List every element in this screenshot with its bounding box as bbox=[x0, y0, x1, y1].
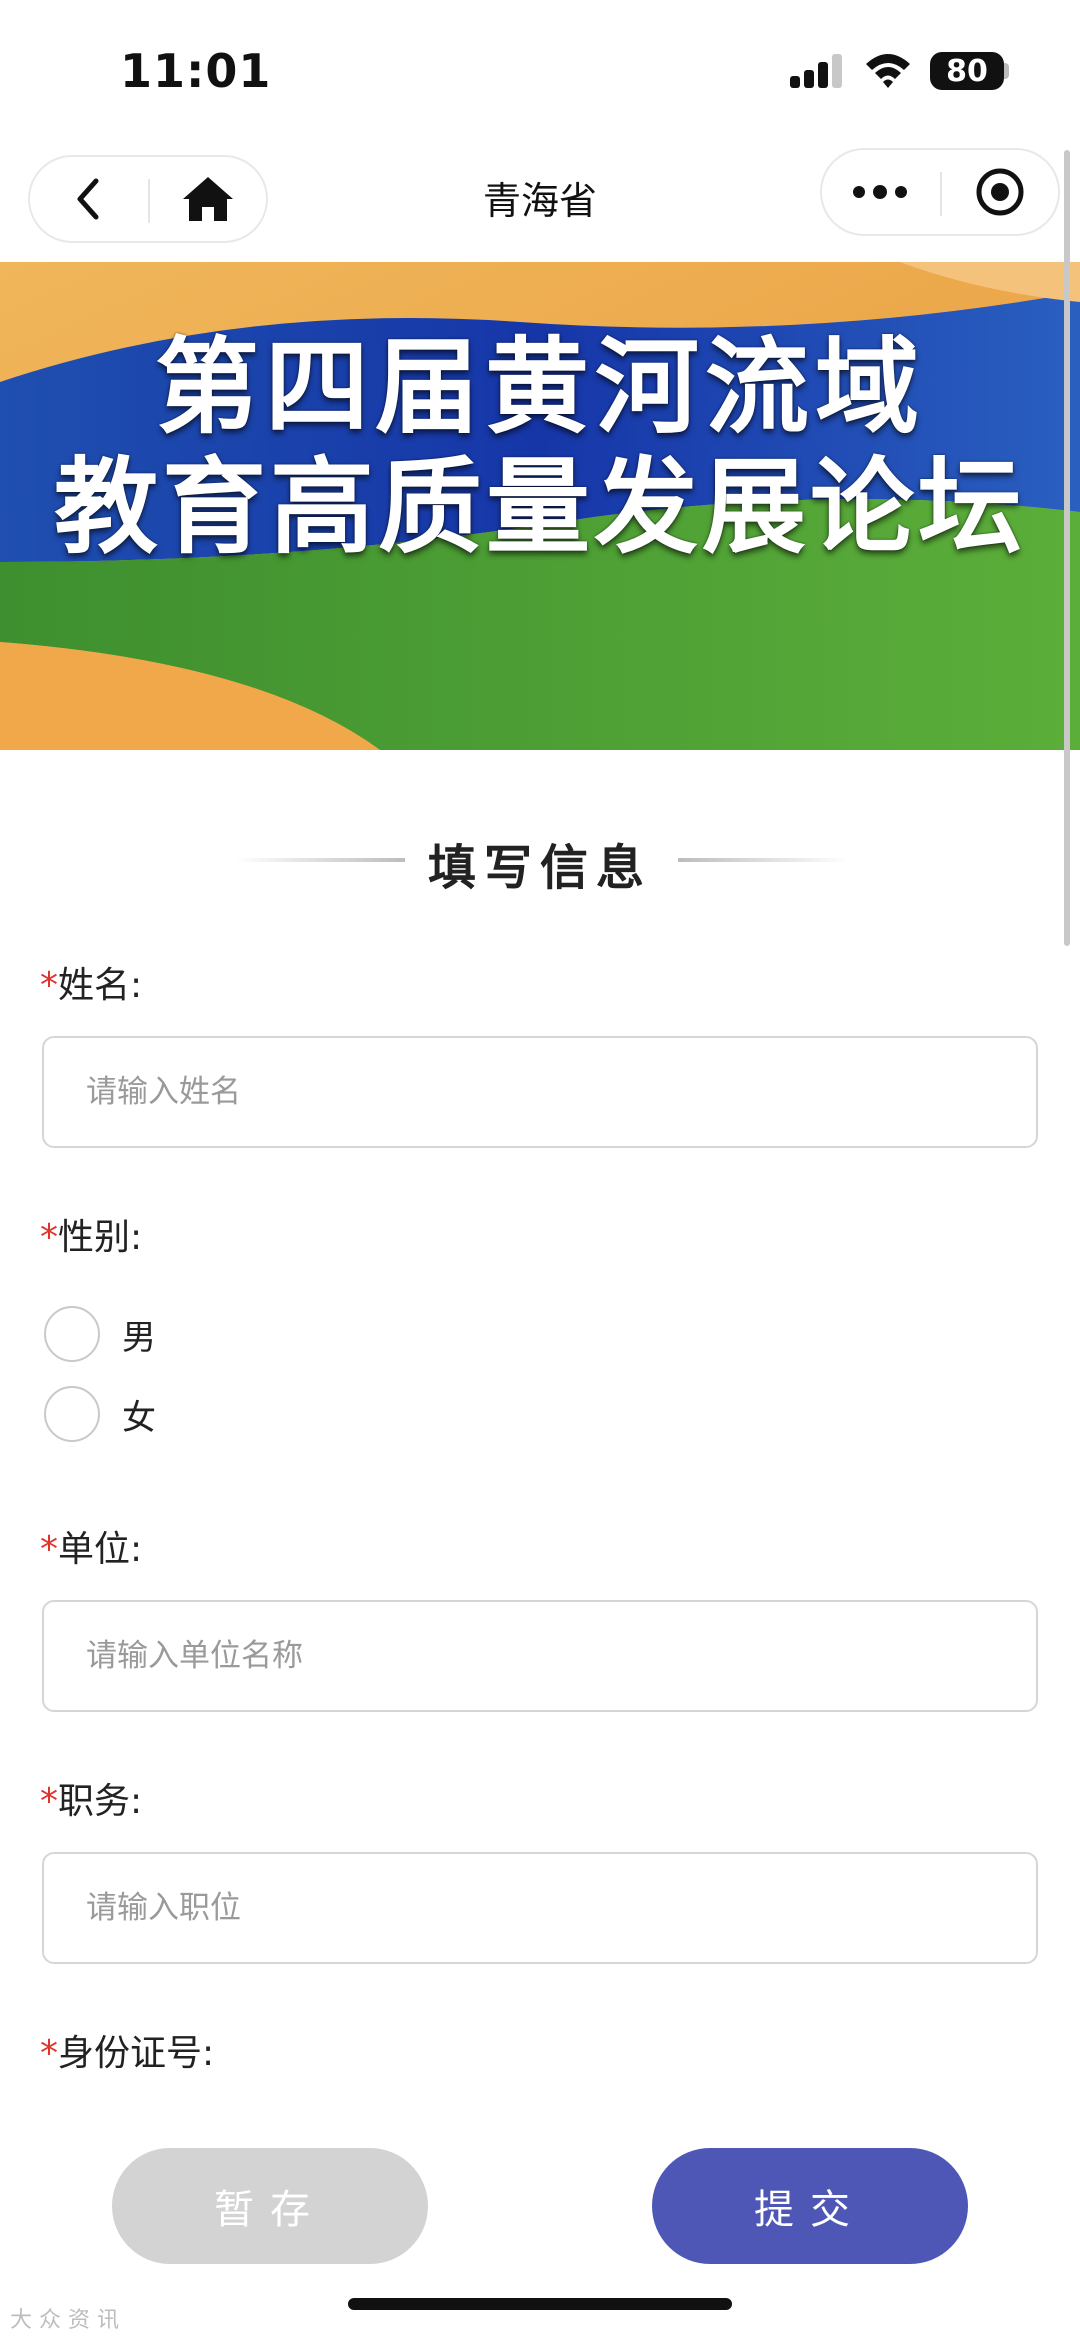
radio-button[interactable] bbox=[44, 1306, 100, 1362]
position-label-text: 职务: bbox=[58, 1781, 143, 1822]
name-input[interactable] bbox=[42, 1036, 1038, 1148]
scrollbar[interactable] bbox=[1064, 150, 1070, 946]
gender-label-text: 性别: bbox=[58, 1217, 143, 1258]
target-close-icon bbox=[976, 168, 1024, 216]
required-mark: * bbox=[40, 2033, 58, 2074]
gender-option-label: 男 bbox=[122, 1317, 156, 1358]
required-mark: * bbox=[40, 1529, 58, 1570]
gender-option-label: 女 bbox=[122, 1397, 156, 1438]
banner-title-line-2: 教育高质量发展论坛 bbox=[53, 446, 1026, 568]
submit-button[interactable]: 提交 bbox=[652, 2148, 968, 2264]
wifi-icon bbox=[866, 54, 910, 88]
battery-indicator: 80 bbox=[930, 52, 1004, 90]
org-label: *单位: bbox=[40, 1520, 142, 1572]
save-draft-button[interactable]: 暂存 bbox=[112, 2148, 428, 2264]
battery-tip bbox=[1004, 63, 1009, 79]
id-number-label: *身份证号: bbox=[40, 2024, 214, 2076]
name-label: *姓名: bbox=[40, 956, 142, 1008]
event-banner: 第四届黄河流域 教育高质量发展论坛 bbox=[0, 262, 1080, 750]
navigation-bar: 青海省 bbox=[0, 140, 1080, 260]
more-dots-icon bbox=[853, 185, 907, 199]
home-indicator[interactable] bbox=[348, 2298, 732, 2310]
position-input[interactable] bbox=[42, 1852, 1038, 1964]
org-input[interactable] bbox=[42, 1600, 1038, 1712]
position-label: *职务: bbox=[40, 1772, 142, 1824]
close-miniprogram-button[interactable] bbox=[942, 150, 1058, 234]
more-button[interactable] bbox=[822, 150, 938, 234]
gender-option-male[interactable]: 男 bbox=[44, 1302, 156, 1366]
required-mark: * bbox=[40, 1217, 58, 1258]
id-number-label-text: 身份证号: bbox=[58, 2033, 215, 2074]
required-mark: * bbox=[40, 965, 58, 1006]
section-title: 填写信息 bbox=[427, 840, 652, 896]
section-header: 填写信息 bbox=[0, 820, 1080, 900]
nav-capsule-right bbox=[820, 148, 1060, 236]
cellular-signal-icon bbox=[790, 54, 842, 88]
gender-label: *性别: bbox=[40, 1208, 142, 1260]
watermark: 大 众 资 讯 bbox=[10, 2308, 119, 2333]
status-bar: 11:01 80 bbox=[0, 0, 1080, 140]
gender-option-female[interactable]: 女 bbox=[44, 1382, 156, 1446]
required-mark: * bbox=[40, 1781, 58, 1822]
section-divider-right bbox=[678, 858, 848, 862]
org-label-text: 单位: bbox=[58, 1529, 143, 1570]
name-label-text: 姓名: bbox=[58, 965, 143, 1006]
radio-button[interactable] bbox=[44, 1386, 100, 1442]
status-time: 11:01 bbox=[120, 44, 272, 98]
